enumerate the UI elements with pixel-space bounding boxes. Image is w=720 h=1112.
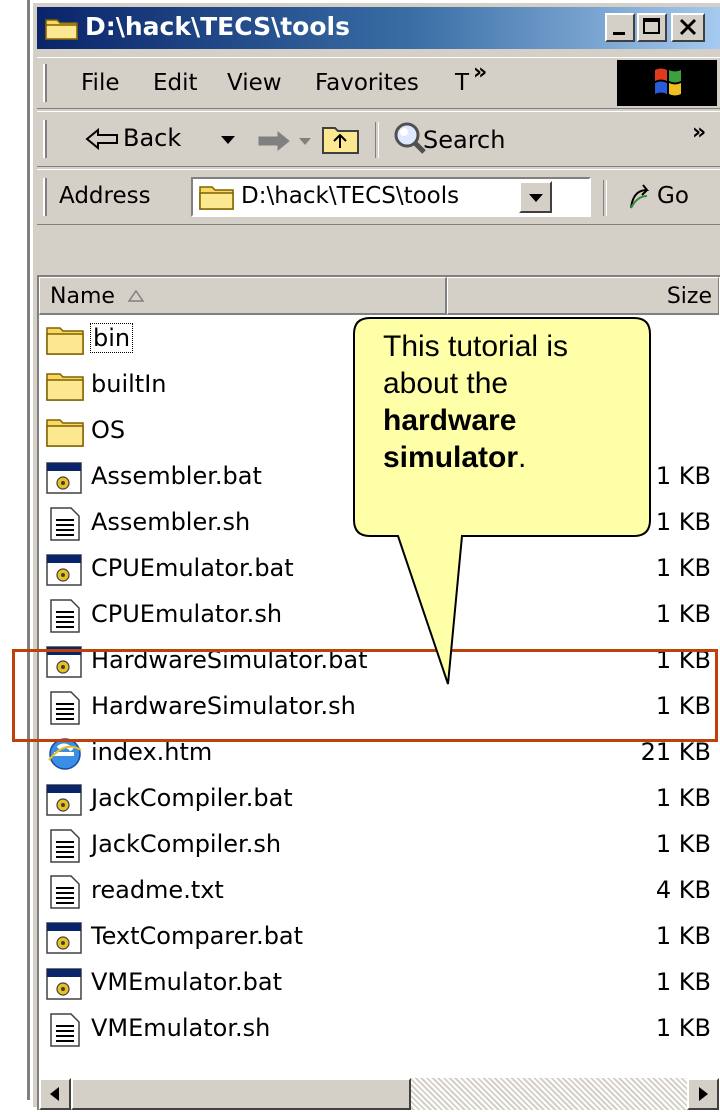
callout-bold-1: hardware (383, 404, 517, 437)
callout-line-1: This tutorial is (383, 330, 569, 363)
callout-period: . (518, 441, 527, 474)
callout-bold-2: simulator (383, 441, 519, 474)
callout-text: This tutorial is about the hardware simu… (383, 328, 633, 476)
callout-bubble (353, 317, 651, 685)
callout-line-2: about the (383, 367, 509, 400)
